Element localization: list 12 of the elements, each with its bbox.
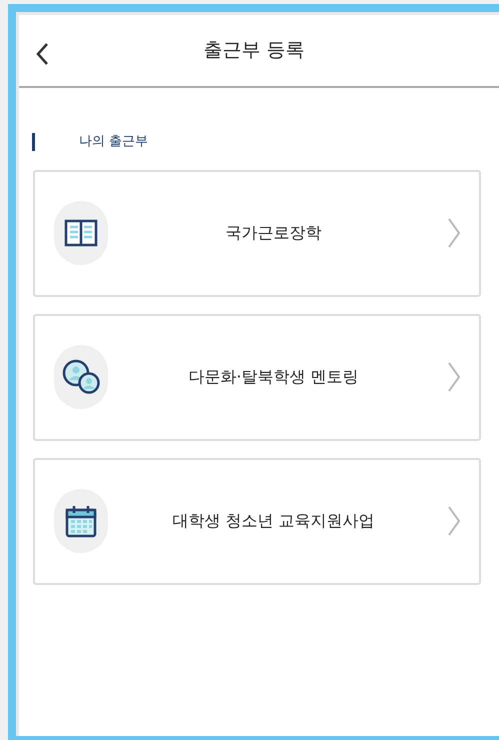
menu-card[interactable]: 국가근로장학 bbox=[33, 170, 481, 296]
calendar-icon bbox=[64, 504, 98, 538]
chat-people-icon bbox=[61, 358, 101, 396]
chevron-right-icon bbox=[447, 216, 461, 248]
menu-card[interactable]: 대학생 청소년 교육지원사업 bbox=[33, 458, 481, 584]
section-marker bbox=[32, 132, 35, 151]
section-label: 나의 출근부 bbox=[79, 133, 148, 151]
menu-card[interactable]: 다문화·탈북학생 멘토링 bbox=[33, 314, 481, 440]
chevron-right-icon bbox=[447, 504, 461, 536]
chevron-right-icon bbox=[447, 360, 461, 392]
page-title: 출근부 등록 bbox=[203, 38, 305, 64]
book-icon bbox=[64, 218, 98, 248]
